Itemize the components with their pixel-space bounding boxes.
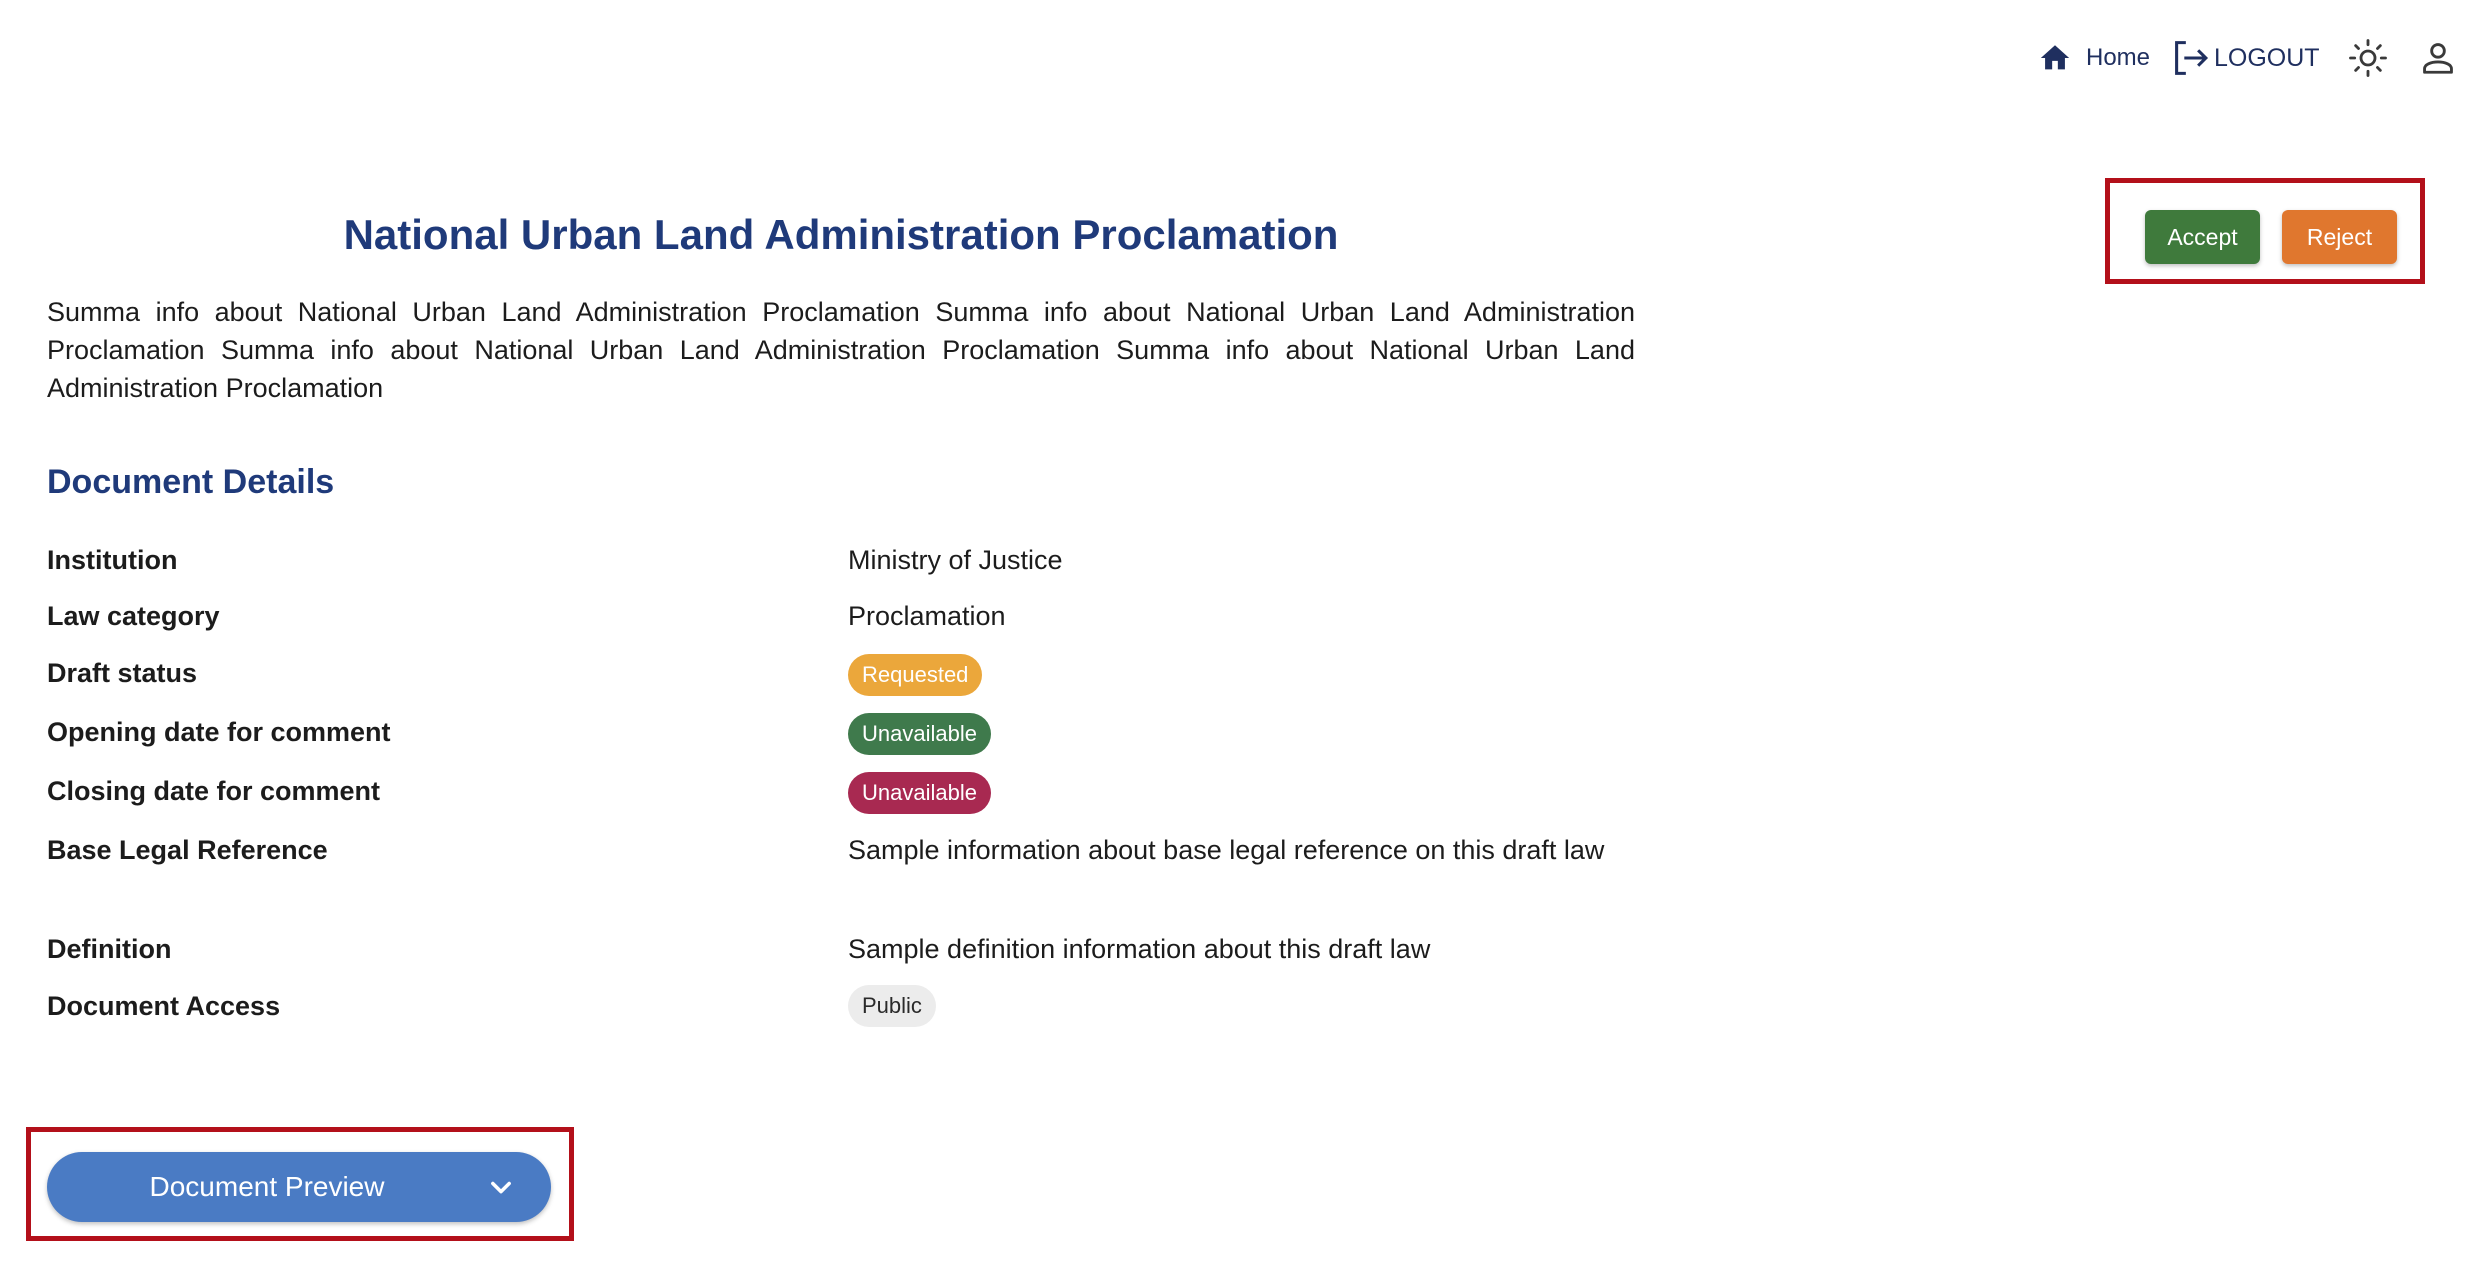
closing-date-badge: Unavailable xyxy=(848,772,991,814)
document-access-label: Document Access xyxy=(47,991,281,1021)
home-icon xyxy=(2040,45,2070,70)
document-preview-button[interactable]: Document Preview xyxy=(47,1152,551,1222)
user-icon xyxy=(2423,43,2453,74)
draft-status-label: Draft status xyxy=(47,658,198,688)
document-preview-label: Document Preview xyxy=(149,1171,385,1202)
base-legal-reference-label: Base Legal Reference xyxy=(47,835,328,865)
theme-toggle-button[interactable] xyxy=(2346,36,2390,80)
opening-date-label: Opening date for comment xyxy=(47,717,391,747)
base-legal-reference-value: Sample information about base legal refe… xyxy=(848,835,1605,865)
definition-value: Sample definition information about this… xyxy=(848,934,1431,964)
reject-button[interactable]: Reject xyxy=(2282,210,2397,264)
document-summary: Summa info about National Urban Land Adm… xyxy=(47,297,1635,403)
institution-label: Institution xyxy=(47,545,178,575)
opening-date-badge: Unavailable xyxy=(848,713,991,755)
law-category-label: Law category xyxy=(47,601,220,631)
nav-home-link[interactable]: Home xyxy=(2038,36,2150,80)
page: Home LOGOUT National Urban Land Administ… xyxy=(0,0,2477,1282)
accept-button[interactable]: Accept xyxy=(2145,210,2260,264)
sun-icon xyxy=(2349,39,2387,77)
institution-value: Ministry of Justice xyxy=(848,545,1063,575)
law-category-value: Proclamation xyxy=(848,601,1006,631)
definition-label: Definition xyxy=(47,934,172,964)
logout-icon xyxy=(2175,41,2209,75)
nav-logout-label: LOGOUT xyxy=(2214,43,2320,72)
closing-date-label: Closing date for comment xyxy=(47,776,381,806)
chevron-down-icon xyxy=(491,1181,511,1194)
user-profile-button[interactable] xyxy=(2416,36,2460,80)
document-access-badge: Public xyxy=(848,985,936,1027)
top-navigation: Home LOGOUT xyxy=(0,36,2477,80)
nav-home-label: Home xyxy=(2086,44,2151,71)
page-title: National Urban Land Administration Procl… xyxy=(343,211,1339,258)
draft-status-badge: Requested xyxy=(848,654,983,696)
document-details-heading: Document Details xyxy=(47,463,335,501)
nav-logout-link[interactable]: LOGOUT xyxy=(2172,36,2320,80)
